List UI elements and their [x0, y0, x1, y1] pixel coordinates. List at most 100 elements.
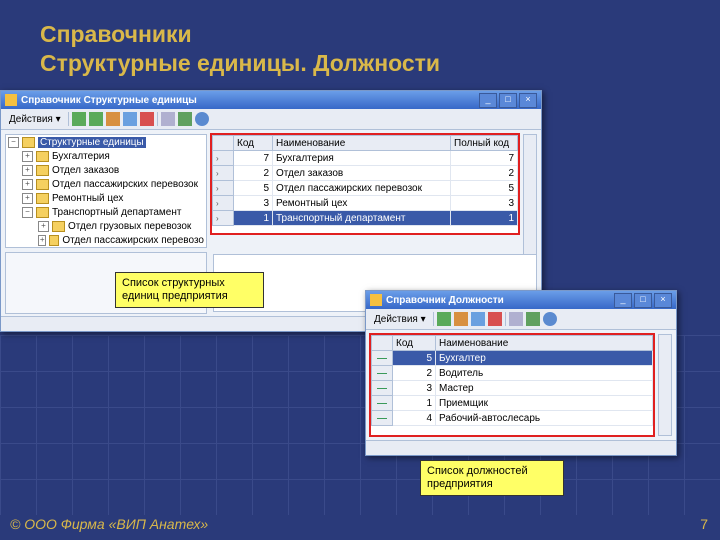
separator: [68, 112, 69, 126]
delete-icon[interactable]: [488, 312, 502, 326]
table-row[interactable]: ›5Отдел пассажирских перевозок5: [213, 181, 518, 196]
help-icon[interactable]: [543, 312, 557, 326]
col-full[interactable]: Полный код: [451, 136, 518, 151]
add-icon[interactable]: [437, 312, 451, 326]
maximize-button[interactable]: □: [634, 293, 652, 308]
grid-table[interactable]: Код Наименование —5Бухгалтер —2Водитель …: [371, 335, 653, 426]
tree-item[interactable]: +Отдел пассажирских перевозо: [6, 233, 206, 247]
cell[interactable]: 1: [451, 211, 518, 226]
table-row[interactable]: —2Водитель: [372, 366, 653, 381]
add-icon[interactable]: [72, 112, 86, 126]
tree-item[interactable]: +Отдел заказов: [6, 163, 206, 177]
delete-icon[interactable]: [140, 112, 154, 126]
separator: [157, 112, 158, 126]
cell[interactable]: Приемщик: [436, 396, 653, 411]
edit-icon[interactable]: [454, 312, 468, 326]
refresh-icon[interactable]: [178, 112, 192, 126]
tree-item[interactable]: +Ремонтный цех: [6, 191, 206, 205]
tree-item[interactable]: +Отдел пассажирских перевозок: [6, 177, 206, 191]
actions-menu[interactable]: Действия ▾: [370, 312, 430, 327]
cell[interactable]: Бухгалтер: [436, 351, 653, 366]
grid-pane-highlight[interactable]: Код Наименование Полный код ›7Бухгалтери…: [211, 134, 519, 234]
expand-icon[interactable]: +: [22, 193, 33, 204]
move-icon[interactable]: [161, 112, 175, 126]
expand-icon[interactable]: +: [22, 151, 33, 162]
titlebar[interactable]: Справочник Должности _ □ ×: [366, 291, 676, 309]
folder-icon: [36, 151, 49, 162]
corner-cell: [372, 336, 393, 351]
cell[interactable]: 5: [234, 181, 273, 196]
expand-icon[interactable]: +: [38, 221, 49, 232]
actions-menu[interactable]: Действия ▾: [5, 112, 65, 127]
collapse-icon[interactable]: −: [22, 207, 33, 218]
cell[interactable]: 7: [234, 151, 273, 166]
app-icon: [5, 94, 17, 106]
cell[interactable]: Рабочий-автослесарь: [436, 411, 653, 426]
edit-icon[interactable]: [106, 112, 120, 126]
table-row[interactable]: —1Приемщик: [372, 396, 653, 411]
cell[interactable]: Отдел пассажирских перевозок: [273, 181, 451, 196]
tree-item[interactable]: −Транспортный департамент: [6, 205, 206, 219]
tree-pane[interactable]: −Структурные единицы +Бухгалтерия +Отдел…: [5, 134, 207, 248]
grid-table[interactable]: Код Наименование Полный код ›7Бухгалтери…: [212, 135, 518, 226]
cell[interactable]: 3: [393, 381, 436, 396]
cell[interactable]: Бухгалтерия: [273, 151, 451, 166]
table-row[interactable]: —4Рабочий-автослесарь: [372, 411, 653, 426]
cell[interactable]: Мастер: [436, 381, 653, 396]
tree-item[interactable]: +Бухгалтерия: [6, 149, 206, 163]
help-icon[interactable]: [195, 112, 209, 126]
col-name[interactable]: Наименование: [273, 136, 451, 151]
cell[interactable]: 1: [234, 211, 273, 226]
add-folder-icon[interactable]: [89, 112, 103, 126]
window-title: Справочник Должности: [386, 295, 612, 306]
cell[interactable]: 2: [234, 166, 273, 181]
cell[interactable]: 2: [393, 366, 436, 381]
cell[interactable]: Ремонтный цех: [273, 196, 451, 211]
cell[interactable]: 5: [451, 181, 518, 196]
cell[interactable]: Отдел заказов: [273, 166, 451, 181]
col-code[interactable]: Код: [393, 336, 436, 351]
grid-pane-highlight[interactable]: Код Наименование —5Бухгалтер —2Водитель …: [370, 334, 654, 436]
cell[interactable]: 1: [393, 396, 436, 411]
tree-item[interactable]: + Отдел грузовых перевозок: [6, 219, 206, 233]
scrollbar[interactable]: [658, 334, 672, 436]
col-name[interactable]: Наименование: [436, 336, 653, 351]
tree-label: Отдел грузовых перевозок: [68, 221, 191, 232]
expand-icon[interactable]: +: [22, 165, 33, 176]
cell[interactable]: Водитель: [436, 366, 653, 381]
table-row[interactable]: ›7Бухгалтерия7: [213, 151, 518, 166]
statusbar: [366, 440, 676, 455]
tree-root[interactable]: −Структурные единицы: [6, 135, 206, 149]
expand-icon[interactable]: +: [22, 179, 33, 190]
titlebar[interactable]: Справочник Структурные единицы _ □ ×: [1, 91, 541, 109]
cell[interactable]: 3: [451, 196, 518, 211]
table-row[interactable]: —3Мастер: [372, 381, 653, 396]
row-marker: —: [372, 351, 393, 366]
table-row-selected[interactable]: —5Бухгалтер: [372, 351, 653, 366]
minimize-button[interactable]: _: [479, 93, 497, 108]
close-button[interactable]: ×: [519, 93, 537, 108]
copy-icon[interactable]: [471, 312, 485, 326]
move-icon[interactable]: [509, 312, 523, 326]
minimize-button[interactable]: _: [614, 293, 632, 308]
cell[interactable]: 2: [451, 166, 518, 181]
maximize-button[interactable]: □: [499, 93, 517, 108]
cell[interactable]: Транспортный департамент: [273, 211, 451, 226]
refresh-icon[interactable]: [526, 312, 540, 326]
toolbar: Действия ▾: [366, 309, 676, 330]
toolbar: Действия ▾: [1, 109, 541, 130]
table-row-selected[interactable]: ›1Транспортный департамент1: [213, 211, 518, 226]
row-marker: —: [372, 396, 393, 411]
close-button[interactable]: ×: [654, 293, 672, 308]
expand-icon[interactable]: +: [38, 235, 46, 246]
copy-icon[interactable]: [123, 112, 137, 126]
cell[interactable]: 7: [451, 151, 518, 166]
table-row[interactable]: ›2Отдел заказов2: [213, 166, 518, 181]
cell[interactable]: 4: [393, 411, 436, 426]
col-code[interactable]: Код: [234, 136, 273, 151]
separator: [505, 312, 506, 326]
table-row[interactable]: ›3Ремонтный цех3: [213, 196, 518, 211]
cell[interactable]: 5: [393, 351, 436, 366]
cell[interactable]: 3: [234, 196, 273, 211]
collapse-icon[interactable]: −: [8, 137, 19, 148]
